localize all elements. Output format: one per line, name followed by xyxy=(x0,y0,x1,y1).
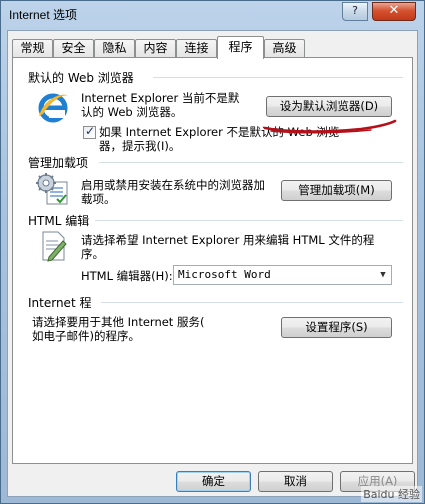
addons-group-label: 管理加载项 xyxy=(28,156,89,170)
default-browser-status-line1: Internet Explorer 当前不是默 xyxy=(81,91,240,105)
tab-general[interactable]: 常规 xyxy=(12,39,53,58)
ie-icon xyxy=(35,90,71,126)
default-browser-group-label: 默认的 Web 浏览器 xyxy=(28,71,134,85)
tab-content[interactable]: 内容 xyxy=(135,39,176,58)
group-divider xyxy=(99,162,403,163)
dialog-window: Internet 选项 ? ✕ 常规 安全 隐私 内容 连接 程序 高级 默认的… xyxy=(0,0,425,504)
internet-programs-group-label: Internet 程 xyxy=(28,296,92,310)
manage-addons-button[interactable]: 管理加载项(M) xyxy=(281,180,392,201)
cancel-button[interactable]: 取消 xyxy=(258,471,333,492)
group-divider xyxy=(153,77,403,78)
addons-description-line1: 启用或禁用安装在系统中的浏览器加 xyxy=(81,178,265,192)
set-default-browser-button[interactable]: 设为默认浏览器(D) xyxy=(266,96,392,117)
html-editor-selected-value: Microsoft Word xyxy=(178,268,271,281)
group-divider xyxy=(95,220,403,221)
tab-advanced[interactable]: 高级 xyxy=(264,39,305,58)
tab-programs[interactable]: 程序 xyxy=(217,36,264,59)
default-browser-status-line2: 认的 Web 浏览器。 xyxy=(81,105,183,119)
watermark: Baidu 经验 xyxy=(361,486,422,502)
window-title: Internet 选项 xyxy=(9,8,78,22)
close-button[interactable]: ✕ xyxy=(372,2,416,21)
internet-programs-description-line2: 如电子邮件)的程序。 xyxy=(32,329,140,343)
prompt-default-checkbox[interactable] xyxy=(83,124,96,139)
help-button[interactable]: ? xyxy=(342,2,368,21)
html-editor-label: HTML 编辑器(H): xyxy=(81,269,173,283)
chevron-down-icon: ▼ xyxy=(380,270,386,280)
addons-description-line2: 载项。 xyxy=(81,192,116,206)
group-divider xyxy=(101,302,403,303)
dialog-client-area: 常规 安全 隐私 内容 连接 程序 高级 默认的 Web 浏览器 Interne… xyxy=(7,30,418,497)
prompt-default-label-line1: 如果 Internet Explorer 不是默认的 Web 浏览 xyxy=(99,125,340,139)
html-editor-select[interactable]: Microsoft Word ▼ xyxy=(173,265,392,285)
internet-programs-description-line1: 请选择要用于其他 Internet 服务( xyxy=(32,315,205,329)
set-programs-button[interactable]: 设置程序(S) xyxy=(281,317,392,338)
document-pen-icon xyxy=(39,229,69,263)
prompt-default-label-line2: 器，提示我(I)。 xyxy=(99,139,181,153)
html-editing-description-line2: 序。 xyxy=(81,247,104,261)
programs-panel: 默认的 Web 浏览器 Internet Explorer 当前不是默 认的 W… xyxy=(12,57,413,464)
html-editing-description-line1: 请选择希望 Internet Explorer 用来编辑 HTML 文件的程 xyxy=(81,233,375,247)
tab-privacy[interactable]: 隐私 xyxy=(94,39,135,58)
ok-button[interactable]: 确定 xyxy=(176,471,251,492)
addons-gear-icon xyxy=(35,172,71,206)
tab-security[interactable]: 安全 xyxy=(53,39,94,58)
html-editing-group-label: HTML 编辑 xyxy=(28,214,90,228)
tab-connections[interactable]: 连接 xyxy=(176,39,217,58)
